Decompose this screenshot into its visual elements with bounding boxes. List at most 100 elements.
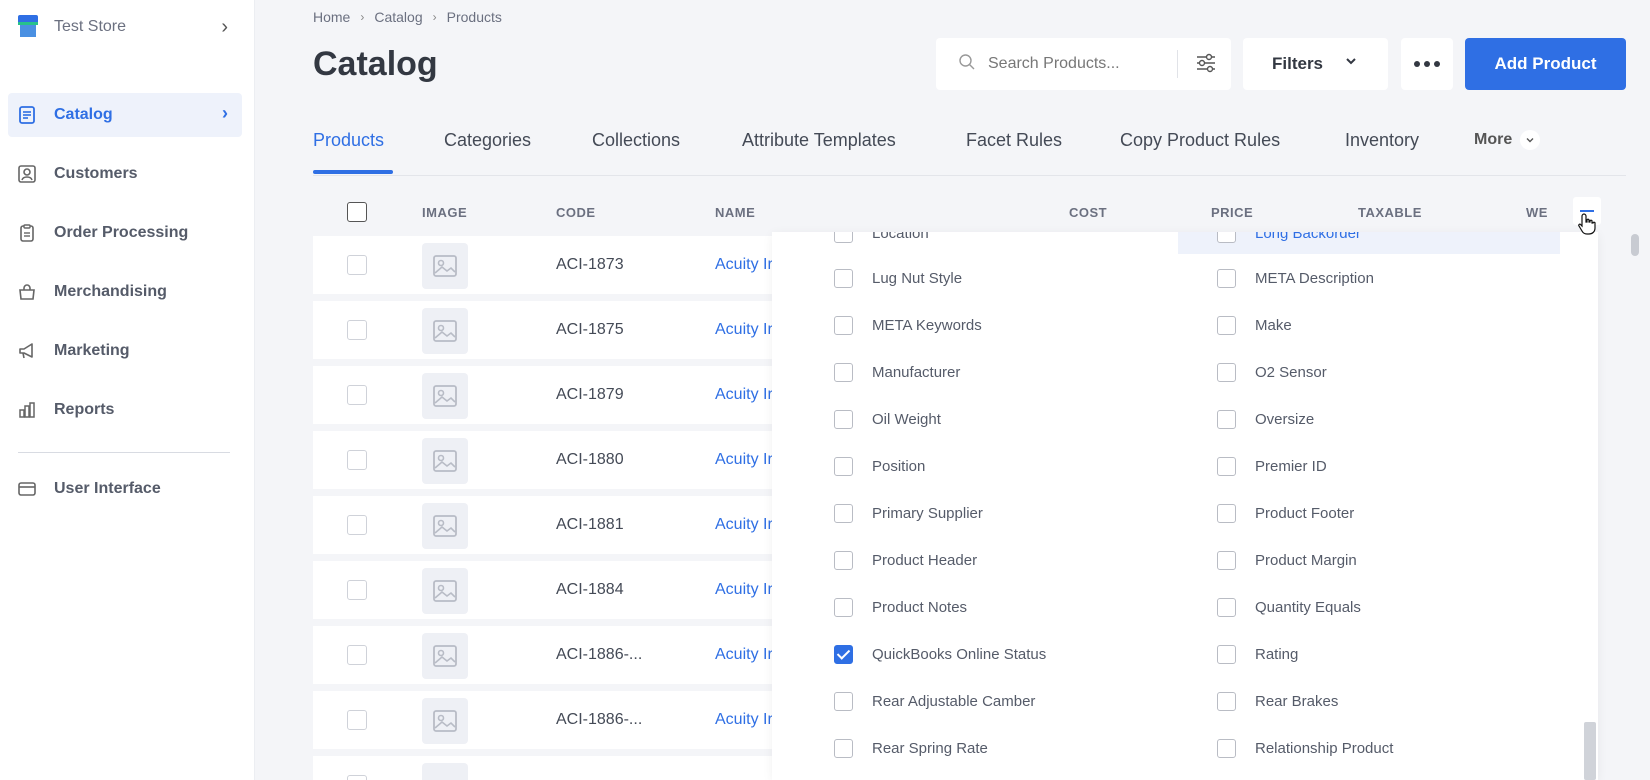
column-option[interactable]: Rear Adjustable Camber — [834, 686, 1035, 716]
row-checkbox[interactable] — [347, 775, 367, 780]
option-checkbox[interactable] — [834, 409, 853, 429]
sidebar-item-catalog[interactable]: Catalog › — [8, 93, 242, 137]
option-checkbox[interactable] — [1217, 268, 1236, 288]
column-option[interactable]: Product Header — [834, 545, 977, 575]
option-checkbox-checked[interactable] — [834, 644, 853, 664]
sidebar-item-order-processing[interactable]: Order Processing — [8, 211, 242, 255]
option-checkbox[interactable] — [1217, 691, 1236, 711]
row-name-link[interactable]: Acuity Ir — [715, 646, 775, 664]
option-checkbox[interactable] — [1217, 503, 1236, 523]
column-option[interactable]: Product Footer — [1217, 498, 1354, 528]
column-header-weight[interactable]: WE — [1526, 205, 1548, 220]
column-header-image[interactable]: IMAGE — [422, 205, 467, 220]
column-option[interactable]: META Keywords — [834, 310, 982, 340]
option-checkbox[interactable] — [1217, 550, 1236, 570]
table-scrollbar[interactable] — [1631, 234, 1639, 256]
column-option[interactable]: Location — [834, 232, 929, 248]
select-all-checkbox[interactable] — [347, 202, 367, 222]
tab-inventory[interactable]: Inventory — [1345, 130, 1419, 151]
column-option[interactable]: Rear Spring Rate — [834, 733, 988, 763]
tab-attribute-templates[interactable]: Attribute Templates — [742, 130, 896, 151]
tab-products[interactable]: Products — [313, 130, 384, 151]
tab-categories[interactable]: Categories — [444, 130, 531, 151]
column-option[interactable]: Oversize — [1217, 404, 1314, 434]
column-option[interactable]: Manufacturer — [834, 357, 960, 387]
tab-collections[interactable]: Collections — [592, 130, 680, 151]
option-checkbox[interactable] — [834, 268, 853, 288]
row-name-link[interactable]: Acuity Ir — [715, 321, 775, 339]
column-option[interactable]: Rear Brakes — [1217, 686, 1338, 716]
column-option[interactable]: QuickBooks Online Status — [834, 639, 1046, 669]
column-option[interactable]: Premier ID — [1217, 451, 1327, 481]
option-checkbox[interactable] — [834, 597, 853, 617]
option-checkbox[interactable] — [834, 691, 853, 711]
row-name-link[interactable]: Acuity Ir — [715, 451, 775, 469]
option-checkbox[interactable] — [834, 550, 853, 570]
option-checkbox[interactable] — [834, 738, 853, 758]
sliders-icon[interactable] — [1195, 52, 1217, 79]
option-checkbox[interactable] — [834, 503, 853, 523]
option-checkbox[interactable] — [1217, 456, 1236, 476]
column-option[interactable]: O2 Sensor — [1217, 357, 1327, 387]
option-checkbox[interactable] — [1217, 232, 1236, 243]
row-checkbox[interactable] — [347, 320, 367, 340]
row-checkbox[interactable] — [347, 385, 367, 405]
row-name-link[interactable]: Acuity Ir — [715, 256, 775, 274]
option-checkbox[interactable] — [834, 362, 853, 382]
option-checkbox[interactable] — [1217, 362, 1236, 382]
option-checkbox[interactable] — [834, 232, 853, 243]
option-checkbox[interactable] — [1217, 597, 1236, 617]
column-header-taxable[interactable]: TAXABLE — [1358, 205, 1422, 220]
column-option[interactable]: Product Margin — [1217, 545, 1357, 575]
sidebar-item-customers[interactable]: Customers — [8, 152, 242, 196]
tab-copy-product-rules[interactable]: Copy Product Rules — [1120, 130, 1280, 151]
column-option[interactable]: Rating — [1217, 639, 1298, 669]
more-actions-button[interactable] — [1401, 38, 1453, 90]
row-checkbox[interactable] — [347, 515, 367, 535]
column-header-code[interactable]: CODE — [556, 205, 596, 220]
search-input[interactable] — [988, 55, 1173, 73]
row-name-link[interactable]: Acuity Ir — [715, 386, 775, 404]
dropdown-scrollbar[interactable] — [1584, 722, 1596, 780]
column-option[interactable]: Make — [1217, 310, 1292, 340]
option-checkbox[interactable] — [1217, 644, 1236, 664]
row-checkbox[interactable] — [347, 450, 367, 470]
row-checkbox[interactable] — [347, 580, 367, 600]
column-header-cost[interactable]: COST — [1069, 205, 1107, 220]
option-checkbox[interactable] — [1217, 409, 1236, 429]
column-option[interactable]: Relationship Product — [1217, 733, 1393, 763]
row-checkbox[interactable] — [347, 710, 367, 730]
chevron-right-icon: › — [221, 16, 228, 38]
option-checkbox[interactable] — [1217, 315, 1236, 335]
column-header-price[interactable]: PRICE — [1211, 205, 1253, 220]
store-switcher[interactable]: Test Store › — [18, 12, 228, 42]
sidebar-item-merchandising[interactable]: Merchandising — [8, 270, 242, 314]
sidebar-item-marketing[interactable]: Marketing — [8, 329, 242, 373]
tab-facet-rules[interactable]: Facet Rules — [966, 130, 1062, 151]
breadcrumb-home[interactable]: Home — [313, 9, 350, 25]
sidebar-item-user-interface[interactable]: User Interface — [8, 467, 242, 511]
row-name-link[interactable]: Acuity Ir — [715, 711, 775, 729]
filters-button[interactable]: Filters — [1243, 38, 1388, 90]
row-name-link[interactable]: Acuity Ir — [715, 516, 775, 534]
column-option[interactable]: META Description — [1217, 263, 1374, 293]
option-checkbox[interactable] — [1217, 738, 1236, 758]
column-option[interactable]: Long Backorder — [1217, 232, 1361, 248]
add-product-button[interactable]: Add Product — [1465, 38, 1626, 90]
option-checkbox[interactable] — [834, 315, 853, 335]
column-option[interactable]: Oil Weight — [834, 404, 941, 434]
row-checkbox[interactable] — [347, 255, 367, 275]
column-header-name[interactable]: NAME — [715, 205, 755, 220]
column-option[interactable]: Primary Supplier — [834, 498, 983, 528]
sidebar-item-reports[interactable]: Reports — [8, 388, 242, 432]
column-option[interactable]: Position — [834, 451, 925, 481]
column-option[interactable]: Product Notes — [834, 592, 967, 622]
column-option[interactable]: Lug Nut Style — [834, 263, 962, 293]
option-label: QuickBooks Online Status — [872, 645, 1047, 663]
row-name-link[interactable]: Acuity Ir — [715, 581, 775, 599]
tab-more[interactable]: More — [1474, 130, 1541, 150]
breadcrumb-catalog[interactable]: Catalog — [374, 9, 422, 25]
option-checkbox[interactable] — [834, 456, 853, 476]
row-checkbox[interactable] — [347, 645, 367, 665]
column-option[interactable]: Quantity Equals — [1217, 592, 1361, 622]
